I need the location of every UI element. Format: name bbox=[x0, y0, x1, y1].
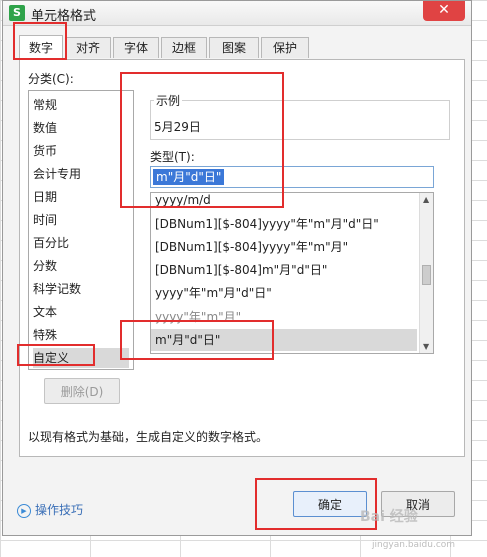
category-item[interactable]: 文本 bbox=[33, 302, 129, 322]
category-list[interactable]: 常规 数值 货币 会计专用 日期 时间 百分比 分数 科学记数 文本 特殊 自定… bbox=[28, 90, 134, 370]
highlight-sample-type bbox=[120, 72, 284, 208]
type-item[interactable]: [DBNum1][$-804]yyyy"年"m"月"d"日" bbox=[155, 213, 415, 235]
scroll-down-icon[interactable]: ▼ bbox=[423, 342, 429, 351]
highlight-number-tab bbox=[13, 22, 67, 60]
tab-font[interactable]: 字体 bbox=[113, 37, 159, 58]
category-item[interactable]: 数值 bbox=[33, 118, 129, 138]
category-item[interactable]: 常规 bbox=[33, 95, 129, 115]
type-item[interactable]: [DBNum1][$-804]m"月"d"日" bbox=[155, 259, 415, 281]
tips-label: 操作技巧 bbox=[35, 503, 84, 517]
play-icon: ▶ bbox=[17, 503, 31, 518]
tab-protection[interactable]: 保护 bbox=[261, 37, 309, 58]
category-item[interactable]: 时间 bbox=[33, 210, 129, 230]
wps-app-icon: S bbox=[9, 5, 25, 21]
close-icon[interactable]: ✕ bbox=[423, 1, 465, 21]
type-item[interactable]: yyyy"年"m"月"d"日" bbox=[155, 282, 415, 304]
title-bar: S 单元格格式 ✕ bbox=[3, 1, 471, 26]
category-item[interactable]: 特殊 bbox=[33, 325, 129, 345]
category-item[interactable]: 货币 bbox=[33, 141, 129, 161]
watermark: Bai 经验 bbox=[360, 509, 418, 525]
tab-pattern[interactable]: 图案 bbox=[209, 37, 259, 58]
tab-alignment[interactable]: 对齐 bbox=[65, 37, 111, 58]
type-item[interactable]: [DBNum1][$-804]yyyy"年"m"月" bbox=[155, 236, 415, 258]
delete-button[interactable]: 删除(D) bbox=[44, 378, 120, 404]
category-label: 分类(C): bbox=[28, 72, 74, 86]
category-item[interactable]: 百分比 bbox=[33, 233, 129, 253]
tab-border[interactable]: 边框 bbox=[161, 37, 207, 58]
category-item[interactable]: 科学记数 bbox=[33, 279, 129, 299]
highlight-type-item bbox=[120, 320, 274, 360]
category-item[interactable]: 日期 bbox=[33, 187, 129, 207]
category-item[interactable]: 会计专用 bbox=[33, 164, 129, 184]
category-item[interactable]: 分数 bbox=[33, 256, 129, 276]
type-list-scrollbar[interactable]: ▲ ▼ bbox=[419, 193, 433, 353]
format-description: 以现有格式为基础，生成自定义的数字格式。 bbox=[28, 430, 269, 444]
highlight-ok-button bbox=[255, 478, 377, 530]
tips-link[interactable]: ▶ 操作技巧 bbox=[17, 501, 83, 518]
scroll-up-icon[interactable]: ▲ bbox=[423, 195, 429, 204]
watermark-url: jingyan.baidu.com bbox=[372, 540, 456, 550]
scroll-thumb[interactable] bbox=[422, 265, 431, 285]
highlight-custom-category bbox=[17, 344, 95, 366]
